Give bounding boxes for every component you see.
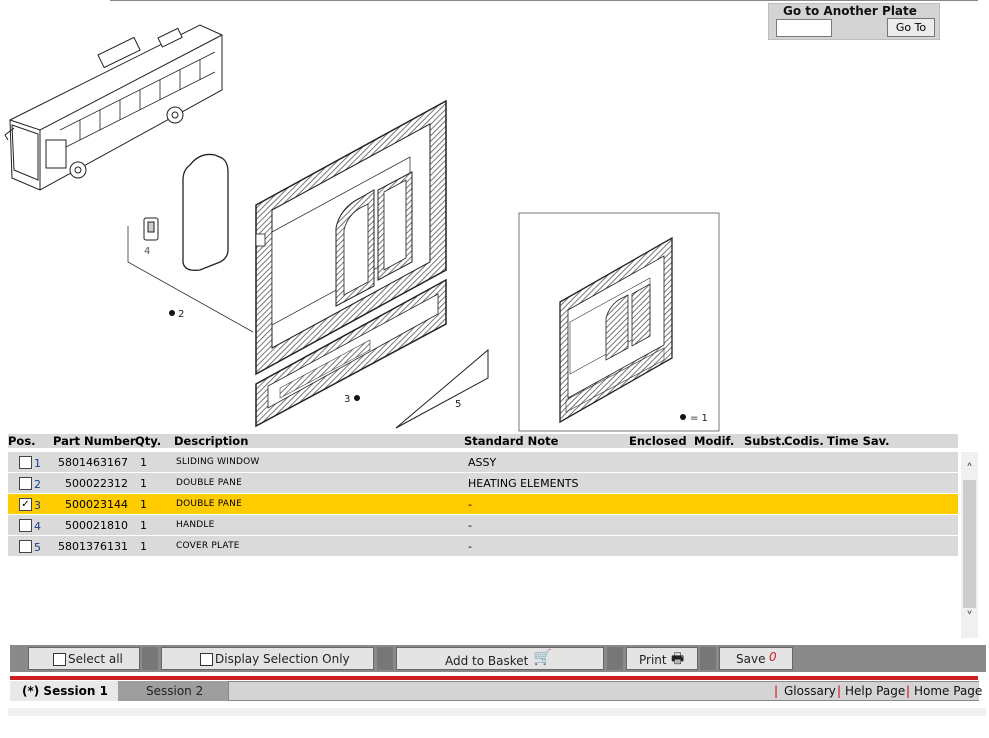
select-all-button[interactable]: Select all (28, 647, 140, 670)
scroll-down-icon[interactable]: ˅ (961, 610, 978, 626)
row-description: COVER PLATE (176, 541, 240, 551)
table-scrollbar[interactable]: ˄ ˅ (961, 452, 978, 638)
col-pos: Pos. (8, 434, 36, 448)
col-subst: Subst. (744, 434, 786, 448)
row-part-number: 5801463167 (58, 456, 128, 469)
toolbar-separator (142, 647, 158, 670)
row-checkbox[interactable] (19, 456, 32, 469)
display-selection-checkbox[interactable] (200, 653, 213, 666)
scroll-up-icon[interactable]: ˄ (961, 462, 978, 478)
col-part-number: Part Number (53, 434, 136, 448)
add-to-basket-label: Add to Basket (445, 654, 529, 668)
col-enclosed: Enclosed (629, 434, 687, 448)
scroll-thumb[interactable] (963, 480, 976, 608)
callout-4: 4 (144, 246, 150, 257)
row-part-number: 5801376131 (58, 540, 128, 553)
row-part-number: 500022312 (65, 477, 128, 490)
tab-session-1-label: (*) Session 1 (22, 684, 108, 698)
print-label: Print (639, 653, 667, 667)
tab-session-1[interactable]: (*) Session 1 (10, 681, 118, 701)
row-description: DOUBLE PANE (176, 478, 242, 488)
row-note: HEATING ELEMENTS (468, 477, 579, 490)
bottom-strip (8, 708, 986, 716)
row-checkbox-checked[interactable]: ✓ (19, 498, 32, 511)
parts-table-header: Pos. Part Number Qty. Description Standa… (8, 434, 958, 448)
row-qty: 1 (140, 498, 147, 511)
row-qty: 1 (140, 456, 147, 469)
action-toolbar: Select all Display Selection Only Add to… (10, 645, 986, 672)
goto-plate-title: Go to Another Plate (783, 4, 917, 18)
toolbar-separator (377, 647, 393, 670)
toolbar-separator (700, 647, 716, 670)
row-checkbox[interactable] (19, 519, 32, 532)
session-bar: (*) Session 1 Session 2 | Glossary | Hel… (10, 681, 982, 701)
tab-session-2[interactable]: Session 2 (118, 681, 228, 701)
row-pos: 2 (34, 478, 41, 491)
toolbar-separator (607, 647, 623, 670)
display-selection-label: Display Selection Only (215, 652, 350, 666)
row-checkbox[interactable] (19, 477, 32, 490)
row-description: HANDLE (176, 520, 215, 530)
row-description: SLIDING WINDOW (176, 457, 260, 467)
save-count: 0 (769, 650, 777, 664)
exploded-parts-drawing: 4 2 3 5 = 1 (4, 24, 720, 432)
footer-links: | Glossary | Help Page | Home Page (228, 681, 982, 701)
row-pos: 3 (34, 499, 41, 512)
col-modif: Modif. (694, 434, 735, 448)
plate-number-input[interactable] (776, 19, 832, 37)
save-button[interactable]: Save 0 (719, 647, 793, 670)
row-pos: 5 (34, 541, 41, 554)
select-all-checkbox[interactable] (53, 653, 66, 666)
row-description: DOUBLE PANE (176, 499, 242, 509)
table-row[interactable]: 1 5801463167 1 SLIDING WINDOW ASSY (8, 452, 958, 472)
add-to-basket-button[interactable]: Add to Basket 🛒 (396, 647, 604, 670)
goto-plate-panel: Go to Another Plate Go To (768, 3, 940, 40)
tab-session-2-label: Session 2 (146, 684, 204, 698)
col-standard-note: Standard Note (464, 434, 559, 448)
row-qty: 1 (140, 519, 147, 532)
col-codis: Codis. (784, 434, 824, 448)
row-pos: 1 (34, 457, 41, 470)
row-qty: 1 (140, 477, 147, 490)
row-note: - (468, 540, 472, 553)
save-label: Save (736, 652, 766, 666)
help-page-link[interactable]: Help Page (845, 684, 905, 698)
handle-part (143, 217, 159, 241)
table-row[interactable]: 4 500021810 1 HANDLE - (8, 515, 958, 535)
callout-3: 3 (344, 394, 350, 405)
row-note: ASSY (468, 456, 497, 469)
col-description: Description (174, 434, 249, 448)
display-selection-only-button[interactable]: Display Selection Only (161, 647, 374, 670)
table-row[interactable]: 5 5801376131 1 COVER PLATE - (8, 536, 958, 556)
inset-detail: = 1 (518, 212, 720, 432)
col-qty: Qty. (135, 434, 162, 448)
table-row[interactable]: 2 500022312 1 DOUBLE PANE HEATING ELEMEN… (8, 473, 958, 493)
home-page-link[interactable]: Home Page (914, 684, 982, 698)
callout-5: 5 (455, 399, 461, 410)
table-row-selected[interactable]: ✓ 3 500023144 1 DOUBLE PANE - (8, 494, 958, 514)
wedge-part (395, 348, 489, 429)
row-qty: 1 (140, 540, 147, 553)
session-accent-line (10, 676, 978, 680)
cover-plate-part (182, 153, 229, 271)
col-time-sav: Time Sav. (827, 434, 890, 448)
callout-eq-1: = 1 (690, 413, 708, 424)
row-part-number: 500021810 (65, 519, 128, 532)
print-button[interactable]: Print 🖶 (626, 647, 698, 670)
row-part-number: 500023144 (65, 498, 128, 511)
callout-2: 2 (178, 309, 184, 320)
select-all-label: Select all (68, 652, 123, 666)
row-pos: 4 (34, 520, 41, 533)
glossary-link[interactable]: Glossary (784, 684, 836, 698)
row-checkbox[interactable] (19, 540, 32, 553)
basket-icon: 🛒 (533, 648, 552, 666)
row-note: - (468, 498, 472, 511)
printer-icon: 🖶 (671, 651, 685, 667)
row-note: - (468, 519, 472, 532)
go-to-button[interactable]: Go To (887, 18, 935, 37)
